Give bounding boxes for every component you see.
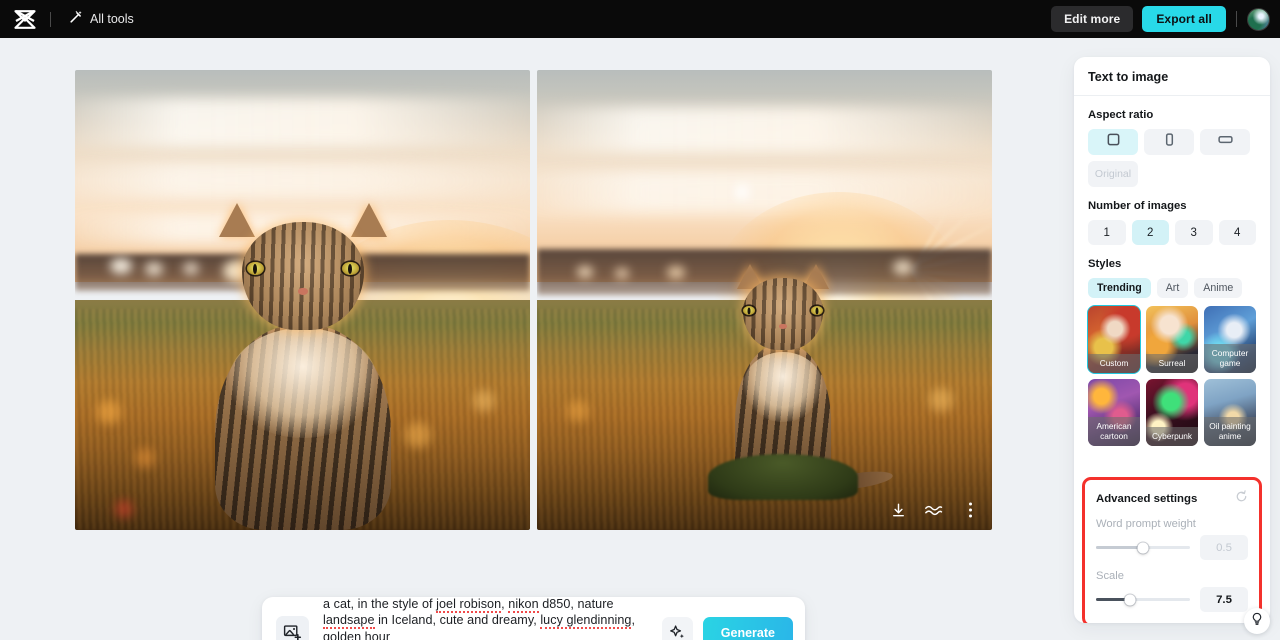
top-divider-2 (1236, 11, 1237, 27)
landscape-ratio-icon (1217, 132, 1234, 152)
prompt-misspelled-2: nikon (508, 596, 539, 613)
capcut-logo-icon[interactable] (8, 4, 42, 34)
text-to-image-panel: Text to image Aspect ratio Original Numb… (1074, 57, 1270, 623)
download-icon[interactable] (888, 500, 908, 520)
canvas-area: a cat, in the style of joel robison, nik… (0, 38, 1060, 640)
style-card-american-cartoon[interactable]: American cartoon (1088, 379, 1140, 446)
style-label-custom: Custom (1088, 354, 1140, 373)
sparkle-icon[interactable] (661, 617, 693, 640)
tab-trending[interactable]: Trending (1088, 278, 1151, 298)
panel-title: Text to image (1088, 70, 1169, 84)
word-prompt-weight-slider[interactable] (1096, 542, 1190, 553)
scale-value[interactable]: 7.5 (1200, 587, 1248, 612)
aspect-ratio-original: Original (1088, 161, 1138, 187)
style-card-cyberpunk[interactable]: Cyberpunk (1146, 379, 1198, 446)
scale-slider[interactable] (1096, 594, 1190, 605)
prompt-seg-5: Iceland, cute and dreamy, (391, 613, 541, 628)
advanced-settings-header: Advanced settings (1096, 490, 1248, 508)
number-of-images-options: 1 2 3 4 (1088, 220, 1256, 245)
prompt-misspelled-1: joel robison (436, 596, 502, 613)
aspect-ratio-portrait[interactable] (1144, 129, 1194, 155)
number-option-3[interactable]: 3 (1175, 220, 1213, 245)
prompt-bar: a cat, in the style of joel robison, nik… (262, 596, 805, 640)
style-label-oil-painting-anime: Oil painting anime (1204, 417, 1256, 446)
all-tools-button[interactable]: All tools (63, 6, 140, 33)
style-card-surreal[interactable]: Surreal (1146, 306, 1198, 373)
tab-art[interactable]: Art (1156, 278, 1189, 298)
advanced-settings-section: Advanced settings Word prompt weight 0.5… (1082, 477, 1262, 623)
top-divider (50, 11, 51, 27)
avatar[interactable] (1247, 7, 1270, 31)
aspect-ratio-square[interactable] (1088, 129, 1138, 155)
word-prompt-weight-value[interactable]: 0.5 (1200, 535, 1248, 560)
wave-variation-icon[interactable] (924, 500, 944, 520)
magic-wand-icon (69, 10, 83, 29)
cat-subject-right (707, 262, 894, 500)
prompt-text: a cat, in the style of joel robison, nik… (323, 596, 652, 640)
generated-images-row (75, 70, 992, 530)
portrait-ratio-icon (1162, 132, 1177, 152)
prompt-seg-4: in (374, 613, 388, 628)
prompt-misspelled-4: lucy glendinning (540, 613, 632, 630)
image-toolbar (888, 500, 980, 520)
number-option-1[interactable]: 1 (1088, 220, 1126, 245)
scene-left (75, 70, 530, 530)
lightbulb-icon (1250, 612, 1264, 631)
style-card-oil-painting-anime[interactable]: Oil painting anime (1204, 379, 1256, 446)
cat-subject-left (203, 200, 403, 530)
prompt-misspelled-3: landsape (323, 613, 375, 630)
more-vertical-icon[interactable] (960, 500, 980, 520)
export-all-button[interactable]: Export all (1142, 6, 1226, 32)
scale-label: Scale (1096, 570, 1124, 582)
word-prompt-weight-label: Word prompt weight (1096, 518, 1196, 530)
add-image-icon[interactable] (276, 616, 309, 640)
number-option-2[interactable]: 2 (1131, 220, 1169, 245)
capcut-text-to-image-app: All tools Edit more Export all a cat, in… (0, 0, 1280, 640)
aspect-ratio-options (1088, 129, 1256, 155)
scale-row: 7.5 (1096, 587, 1248, 612)
advanced-settings-title: Advanced settings (1096, 493, 1198, 505)
panel-divider (1074, 95, 1270, 96)
scene-right (537, 70, 992, 530)
style-card-custom[interactable]: Custom (1087, 305, 1141, 374)
reset-icon[interactable] (1235, 490, 1248, 508)
styles-tabs: Trending Art Anime (1088, 278, 1256, 298)
style-label-american-cartoon: American cartoon (1088, 417, 1140, 446)
generated-image-1[interactable] (75, 70, 530, 530)
aspect-ratio-landscape[interactable] (1200, 129, 1250, 155)
prompt-seg-1: a cat, in the style of (323, 596, 437, 611)
edit-more-button[interactable]: Edit more (1051, 6, 1134, 32)
prompt-seg-3: d850, nature (538, 596, 614, 611)
number-option-4[interactable]: 4 (1218, 220, 1256, 245)
style-label-surreal: Surreal (1146, 354, 1198, 373)
number-of-images-label: Number of images (1088, 200, 1187, 212)
style-label-cyberpunk: Cyberpunk (1146, 427, 1198, 446)
generated-image-2[interactable] (537, 70, 992, 530)
all-tools-label: All tools (90, 12, 134, 26)
prompt-text-area[interactable]: a cat, in the style of joel robison, nik… (309, 596, 662, 640)
style-card-computer-game[interactable]: Computer game (1204, 306, 1256, 373)
word-prompt-weight-row: 0.5 (1096, 535, 1248, 560)
square-ratio-icon (1106, 132, 1121, 152)
tab-anime[interactable]: Anime (1194, 278, 1243, 298)
aspect-ratio-label: Aspect ratio (1088, 109, 1154, 121)
style-label-computer-game: Computer game (1204, 344, 1256, 373)
styles-grid: Custom Surreal Computer game American ca… (1087, 305, 1256, 446)
help-button[interactable] (1244, 608, 1270, 634)
top-bar: All tools Edit more Export all (0, 0, 1280, 38)
generate-button[interactable]: Generate (702, 616, 793, 640)
styles-label: Styles (1088, 258, 1122, 270)
